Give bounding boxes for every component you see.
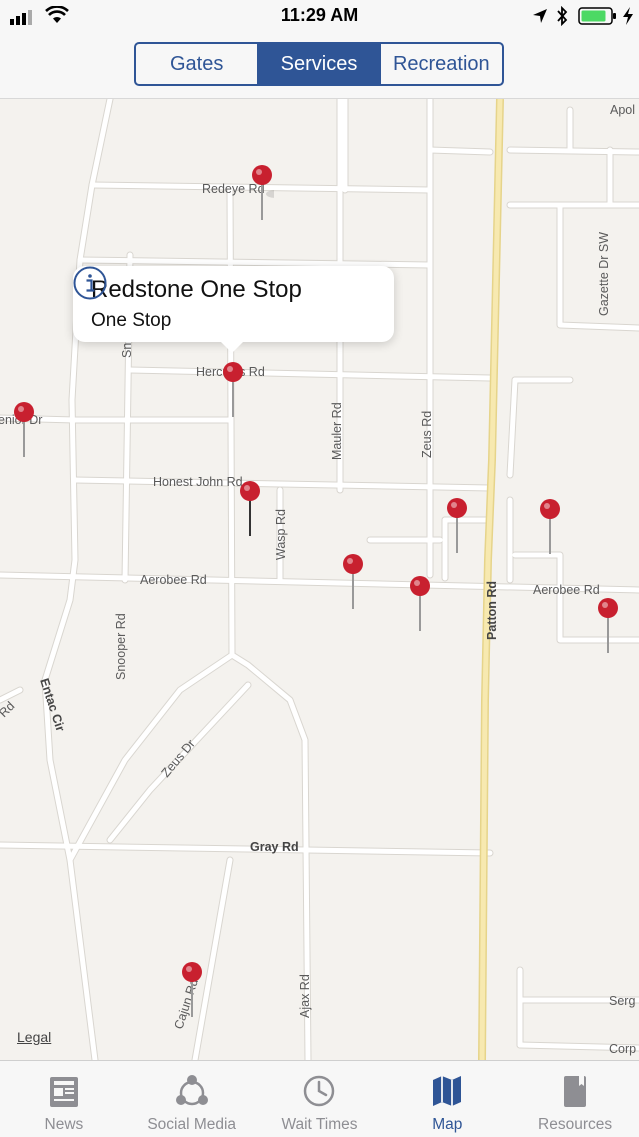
charging-bolt-icon [623, 7, 633, 25]
road-label-honest-john: Honest John Rd [153, 475, 243, 489]
road-label-gazette: Gazette Dr SW [597, 232, 611, 316]
tab-label: Social Media [147, 1116, 237, 1133]
info-icon[interactable] [73, 266, 107, 300]
road-label-entac: Entac Cir [37, 677, 67, 734]
tab-label: Wait Times [281, 1116, 358, 1133]
bluetooth-icon [557, 6, 568, 26]
road-label-apol: Apol [610, 103, 635, 117]
tab-label: Resources [538, 1116, 613, 1133]
map-pin[interactable] [408, 575, 432, 635]
map-pin[interactable] [538, 498, 562, 558]
location-arrow-icon [533, 9, 547, 23]
callout-subtitle: One Stop [91, 310, 172, 331]
road-label-mauler: Mauler Rd [330, 402, 344, 460]
map-pin[interactable] [250, 164, 274, 224]
tab-news[interactable]: News [0, 1061, 128, 1137]
map-pin[interactable] [596, 597, 620, 657]
newspaper-icon [49, 1077, 78, 1107]
map-icon [433, 1076, 462, 1106]
location-callout[interactable]: Redstone One Stop One Stop [73, 266, 394, 353]
road-label-patton: Patton Rd [485, 581, 499, 640]
status-bar: 11:29 AM [0, 0, 639, 34]
tab-label: Map [432, 1116, 463, 1133]
road-label-serg: Serg [609, 994, 635, 1008]
tab-resources[interactable]: Resources [511, 1061, 639, 1137]
tab-label: News [44, 1116, 84, 1133]
clock-icon [304, 1075, 335, 1107]
map-pin[interactable] [180, 961, 204, 1021]
segment-recreation[interactable]: Recreation [381, 44, 502, 84]
category-segmented-control: Gates Services Recreation [134, 42, 504, 86]
map-pin[interactable] [341, 553, 365, 613]
map-view[interactable]: Redeye Rd Hercules Rd Honest John Rd Aer… [0, 99, 639, 1060]
road-label-zeus-rd: Zeus Rd [420, 411, 434, 458]
tab-social-media[interactable]: Social Media [128, 1061, 256, 1137]
map-pin[interactable] [12, 401, 36, 461]
road-label-corp: Corp [609, 1042, 636, 1056]
segment-gates[interactable]: Gates [136, 44, 259, 84]
map-streets: Redeye Rd Hercules Rd Honest John Rd Aer… [0, 99, 639, 1060]
road-label-snooper: Snooper Rd [114, 613, 128, 680]
road-label-zeus-dr: Zeus Dr [159, 737, 198, 780]
legal-link[interactable]: Legal [17, 1029, 51, 1045]
header: Gates Services Recreation [0, 34, 639, 99]
tab-wait-times[interactable]: Wait Times [256, 1061, 384, 1137]
road-label-aerobee-west: Aerobee Rd [140, 573, 207, 587]
road-label-gray: Gray Rd [250, 840, 299, 854]
map-pin[interactable] [238, 480, 262, 540]
book-icon [564, 1076, 587, 1107]
segment-services[interactable]: Services [258, 44, 381, 84]
callout-title: Redstone One Stop [91, 276, 302, 303]
road-label-ajax: Ajax Rd [298, 974, 312, 1018]
social-network-icon [175, 1075, 208, 1106]
road-label-aerobee-east: Aerobee Rd [533, 583, 600, 597]
battery-icon [578, 7, 616, 25]
tab-bar: News Social Media Wait Times Map Resourc… [0, 1060, 639, 1137]
road-label-sn: Sn [120, 343, 134, 358]
tab-map[interactable]: Map [383, 1061, 511, 1137]
map-pin[interactable] [445, 497, 469, 557]
road-label-wasp: Wasp Rd [274, 509, 288, 560]
map-pin-selected[interactable] [221, 361, 245, 421]
